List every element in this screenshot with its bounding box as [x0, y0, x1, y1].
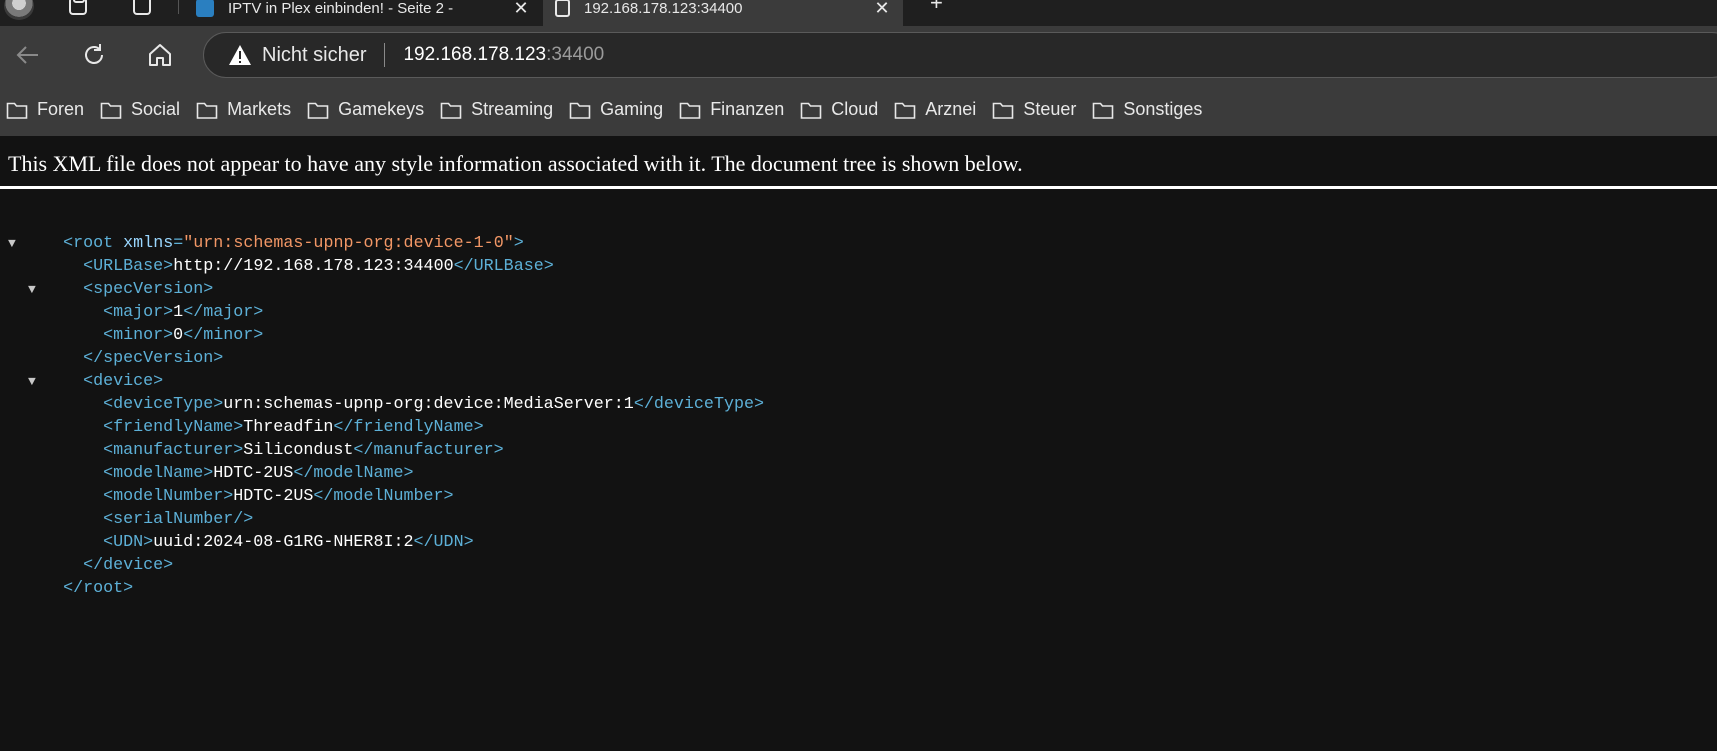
folder-icon [307, 102, 329, 119]
xml-line-udn: <UDN>uuid:2024-08-G1RG-NHER8I:2</UDN> [103, 533, 474, 552]
folder-icon [440, 102, 462, 119]
tab-actions-icon[interactable] [128, 0, 156, 20]
page-favicon-icon [555, 0, 570, 17]
profile-avatar[interactable] [4, 0, 34, 20]
folder-icon [894, 102, 916, 119]
url-port[interactable]: :34400 [546, 44, 604, 66]
bookmark-label: Markets [227, 99, 292, 119]
bookmark-folder-steuer[interactable]: Steuer [986, 92, 1082, 128]
home-icon [149, 44, 171, 66]
bookmark-folder-markets[interactable]: Markets [190, 92, 297, 128]
bookmark-folder-gaming[interactable]: Gaming [563, 92, 669, 128]
bookmark-label: Foren [37, 99, 85, 119]
bookmark-label: Streaming [471, 99, 554, 119]
bookmark-label: Gaming [600, 99, 664, 119]
omnibox-divider [384, 43, 386, 67]
bookmarks-bar: Foren Social Markets Gamekeys Streaming … [0, 83, 1717, 136]
bookmark-folder-arznei[interactable]: Arznei [888, 92, 982, 128]
xml-line-urlbase: <URLBase>http://192.168.178.123:34400</U… [83, 257, 554, 276]
bookmark-folder-foren[interactable]: Foren [0, 92, 90, 128]
bookmark-folder-finanzen[interactable]: Finanzen [673, 92, 790, 128]
xml-line-friendlyname: <friendlyName>Threadfin</friendlyName> [103, 418, 484, 437]
browser-toolbar: Nicht sicher 192.168.178.123:34400 [0, 26, 1717, 83]
xml-tree: ▼ <root xmlns="urn:schemas-upnp-org:devic… [0, 209, 765, 598]
folder-icon [6, 102, 28, 119]
folder-icon [1093, 102, 1114, 119]
bookmark-label: Sonstiges [1123, 99, 1203, 119]
close-tab-icon[interactable]: ✕ [871, 0, 893, 19]
tab-xml-device[interactable]: 192.168.178.123:34400 ✕ [543, 0, 903, 26]
bookmark-label: Cloud [831, 99, 879, 119]
reload-icon [85, 44, 103, 64]
bookmark-label: Steuer [1023, 99, 1077, 119]
bookmark-folder-streaming[interactable]: Streaming [434, 92, 559, 128]
notice-divider [0, 186, 1717, 189]
back-arrow-icon [16, 46, 38, 64]
workspaces-icon[interactable] [64, 0, 92, 20]
bookmark-label: Gamekeys [338, 99, 425, 119]
xml-line-serialnumber: <serialNumber/> [103, 510, 254, 529]
folder-icon [800, 102, 822, 119]
forum-favicon-icon [196, 0, 214, 17]
xml-line-root-close: </root> [63, 579, 134, 598]
xml-line-manufacturer: <manufacturer>Silicondust</manufacturer> [103, 441, 504, 460]
xml-line-modelname: <modelName>HDTC-2US</modelName> [103, 464, 414, 483]
xml-line-root-open: ▼ <root xmlns="urn:schemas-upnp-org:devic… [8, 234, 524, 253]
xml-line-specversion-open: ▼ <specVersion> [28, 280, 214, 299]
xml-line-major: <major>1</major> [103, 303, 264, 322]
bookmark-label: Arznei [925, 99, 977, 119]
xml-line-device-open: ▼ <device> [28, 372, 164, 391]
address-bar[interactable]: Nicht sicher 192.168.178.123:34400 [203, 32, 1717, 78]
xml-line-specversion-close: </specVersion> [83, 349, 224, 368]
xml-line-devicetype: <deviceType>urn:schemas-upnp-org:device:… [103, 395, 765, 414]
bookmark-label: Finanzen [710, 99, 785, 119]
bookmark-folder-cloud[interactable]: Cloud [794, 92, 884, 128]
reload-button[interactable] [76, 37, 112, 73]
folder-icon [569, 102, 591, 119]
new-tab-button[interactable]: + [930, 0, 943, 16]
bookmark-folder-gamekeys[interactable]: Gamekeys [301, 92, 430, 128]
bookmark-folder-sonstiges[interactable]: Sonstiges [1086, 92, 1208, 128]
bookmark-label: Social [131, 99, 181, 119]
url-host[interactable]: 192.168.178.123 [403, 44, 546, 66]
tab-iptv-plex[interactable]: IPTV in Plex einbinden! - Seite 2 - ✕ [184, 0, 542, 26]
tab-divider [178, 0, 179, 14]
tab-title: 192.168.178.123:34400 [584, 0, 743, 17]
xml-line-device-close: </device> [83, 556, 174, 575]
xml-line-minor: <minor>0</minor> [103, 326, 264, 345]
folder-icon [196, 102, 218, 119]
folder-icon [993, 102, 1014, 119]
xml-style-notice: This XML file does not appear to have an… [8, 151, 1023, 176]
xml-line-modelnumber: <modelNumber>HDTC-2US</modelNumber> [103, 487, 454, 506]
security-status-label[interactable]: Nicht sicher [262, 44, 366, 67]
tab-title: IPTV in Plex einbinden! - Seite 2 - [228, 0, 454, 17]
home-button[interactable] [142, 37, 178, 73]
close-tab-icon[interactable]: ✕ [510, 0, 532, 19]
folder-icon [679, 102, 701, 119]
bookmark-folder-social[interactable]: Social [94, 92, 186, 128]
warning-icon[interactable] [228, 44, 252, 66]
folder-icon [100, 102, 122, 119]
tab-strip: IPTV in Plex einbinden! - Seite 2 - ✕ 19… [0, 0, 1717, 26]
back-button[interactable] [10, 37, 46, 73]
